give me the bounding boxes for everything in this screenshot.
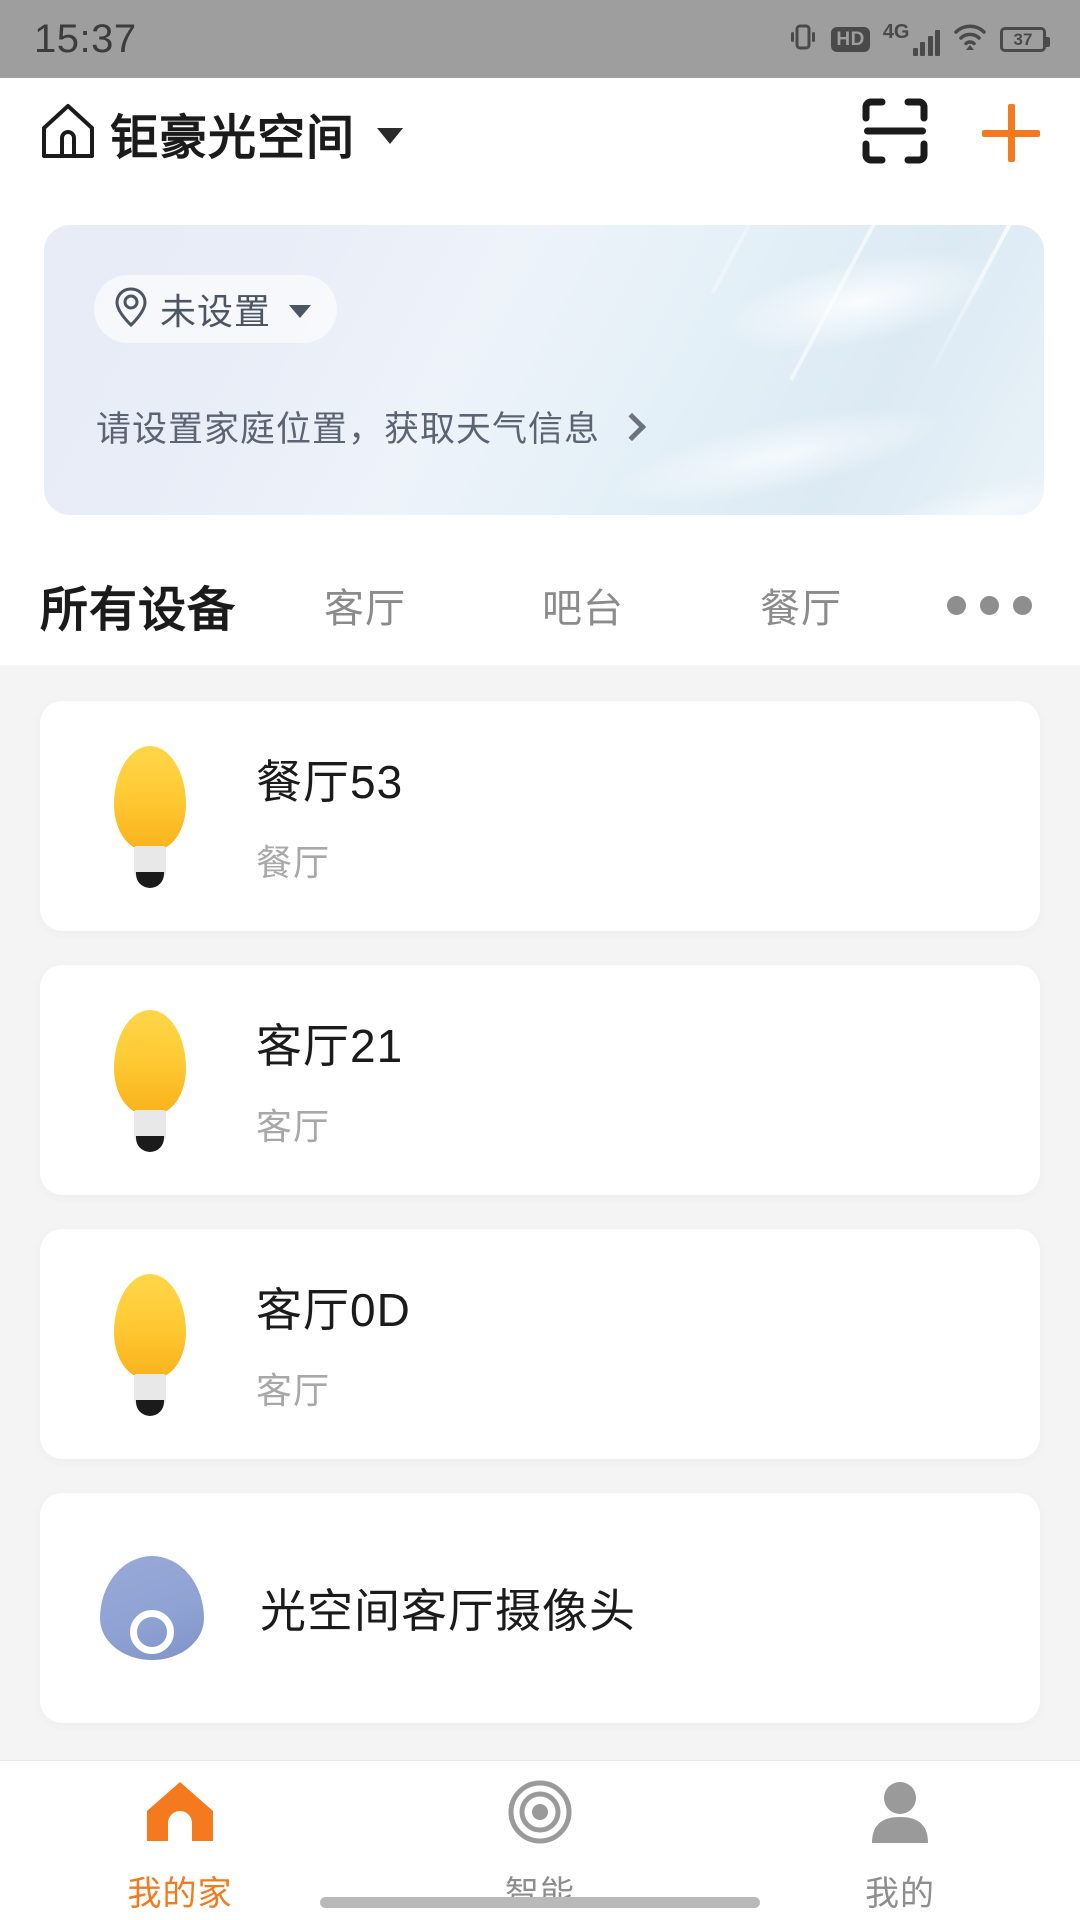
chevron-right-icon xyxy=(617,412,647,441)
ellipsis-icon[interactable] xyxy=(947,595,1040,615)
nav-item-smart[interactable]: 智能 xyxy=(360,1779,720,1915)
vibrate-icon xyxy=(788,22,818,57)
nav-label-profile: 我的 xyxy=(865,1875,935,1913)
hd-icon: HD xyxy=(831,26,870,52)
device-room: 客厅 xyxy=(256,1370,331,1411)
device-card-texts: 餐厅53 餐厅 xyxy=(256,746,403,886)
scan-qr-icon[interactable] xyxy=(860,96,930,171)
tab-bar-counter[interactable]: 吧台 xyxy=(542,576,624,634)
weather-hint[interactable]: 请设置家庭位置，获取天气信息 xyxy=(96,401,647,452)
nav-item-my-home[interactable]: 我的家 xyxy=(0,1779,360,1915)
home-icon xyxy=(143,1779,217,1850)
nav-label-my-home: 我的家 xyxy=(127,1875,233,1913)
camera-icon xyxy=(100,1556,204,1660)
network-type-label: 4G xyxy=(882,21,910,43)
device-card[interactable]: 餐厅53 餐厅 xyxy=(40,701,1040,931)
wifi-icon xyxy=(953,23,987,56)
device-card[interactable]: 光空间客厅摄像头 xyxy=(40,1493,1040,1723)
target-icon xyxy=(505,1779,575,1850)
device-name: 餐厅53 xyxy=(256,756,404,808)
person-icon xyxy=(867,1779,933,1850)
tab-living-room[interactable]: 客厅 xyxy=(324,576,406,634)
light-bulb-icon xyxy=(100,746,200,888)
app-screen: 15:37 HD 4G 37 钜豪光空间 未设置 请设置家庭位置，获取天气信息 … xyxy=(0,0,1080,1920)
status-icons: HD 4G 37 xyxy=(788,22,1050,57)
weather-card[interactable]: 未设置 请设置家庭位置，获取天气信息 xyxy=(44,225,1044,515)
device-name: 客厅0D xyxy=(256,1284,411,1336)
battery-level: 37 xyxy=(1013,29,1033,49)
home-selector[interactable]: 钜豪光空间 xyxy=(40,98,404,168)
device-card[interactable]: 客厅21 客厅 xyxy=(40,965,1040,1195)
device-card[interactable]: 客厅0D 客厅 xyxy=(40,1229,1040,1459)
home-name-label: 钜豪光空间 xyxy=(110,112,356,165)
house-outline-icon xyxy=(40,102,96,165)
location-chip[interactable]: 未设置 xyxy=(94,275,338,343)
light-bulb-icon xyxy=(100,1010,200,1152)
app-header: 钜豪光空间 xyxy=(0,78,1080,188)
home-indicator xyxy=(320,1897,760,1908)
location-label: 未设置 xyxy=(160,291,272,332)
device-name: 光空间客厅摄像头 xyxy=(260,1585,636,1637)
device-card-texts: 光空间客厅摄像头 xyxy=(260,1575,636,1641)
plus-icon[interactable] xyxy=(982,104,1040,162)
status-bar: 15:37 HD 4G 37 xyxy=(0,0,1080,78)
tab-all-devices[interactable]: 所有设备 xyxy=(40,570,236,640)
location-pin-icon xyxy=(114,286,148,333)
signal-icon: 4G xyxy=(883,22,940,56)
weather-hint-label: 请设置家庭位置，获取天气信息 xyxy=(96,410,601,449)
room-tabs: 所有设备 客厅 吧台 餐厅 xyxy=(0,545,1080,665)
nav-item-profile[interactable]: 我的 xyxy=(720,1779,1080,1915)
device-card-texts: 客厅21 客厅 xyxy=(256,1010,403,1150)
chevron-down-icon[interactable] xyxy=(377,128,404,144)
header-actions xyxy=(860,96,1040,171)
caret-down-icon[interactable] xyxy=(289,304,312,318)
battery-icon: 37 xyxy=(1000,26,1050,52)
signal-bars xyxy=(912,30,940,56)
tab-dining-room[interactable]: 餐厅 xyxy=(760,576,842,634)
bottom-nav: 我的家 智能 我的 xyxy=(0,1760,1080,1920)
device-name: 客厅21 xyxy=(256,1020,404,1072)
status-time: 15:37 xyxy=(34,16,137,61)
device-room: 客厅 xyxy=(256,1106,331,1147)
light-bulb-icon xyxy=(100,1274,200,1416)
device-card-texts: 客厅0D 客厅 xyxy=(256,1274,411,1414)
device-list[interactable]: 餐厅53 餐厅 客厅21 客厅 客厅0D 客厅 光空间客厅摄像头 xyxy=(0,665,1080,1760)
device-room: 餐厅 xyxy=(256,842,331,883)
